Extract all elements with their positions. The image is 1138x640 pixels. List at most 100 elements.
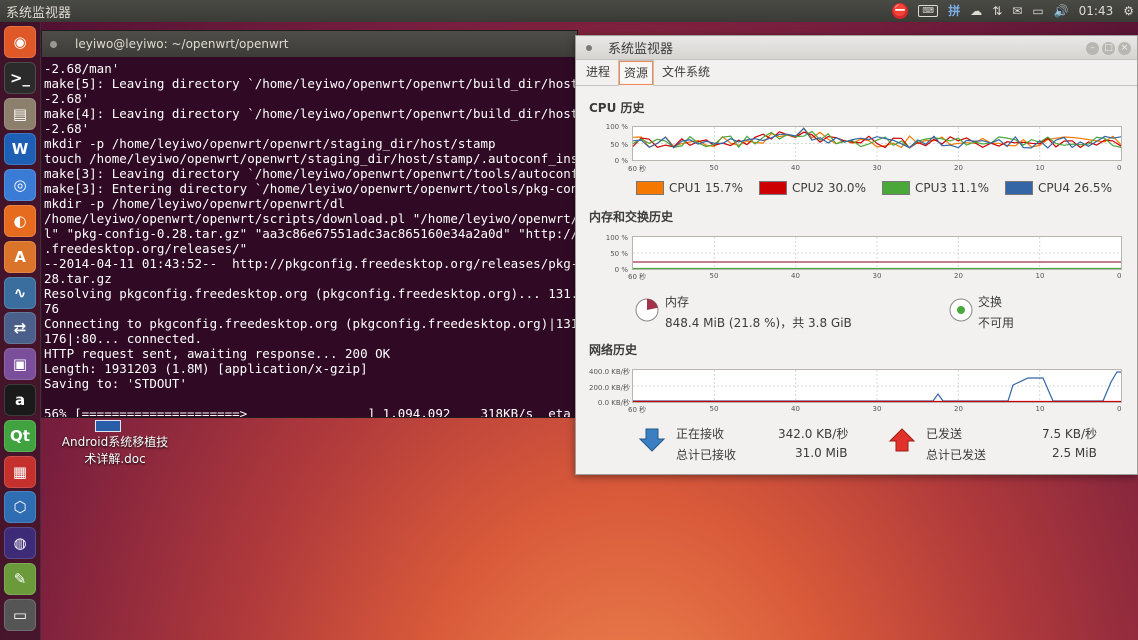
cpu-y-tick: 0 %: [614, 157, 628, 165]
sent-rate: 7.5 KB/秒: [1042, 427, 1098, 441]
color-apps-icon[interactable]: ▦: [4, 455, 36, 488]
cpu-history-graph: [632, 126, 1122, 161]
minimize-button[interactable]: –: [1086, 42, 1099, 55]
cpu-legend-item[interactable]: CPU1 15.7%: [636, 181, 743, 195]
ubuntu-dash-icon[interactable]: ◉: [4, 26, 36, 58]
wps-writer-icon[interactable]: W: [4, 133, 36, 166]
mem-y-tick: 50 %: [610, 250, 628, 258]
text-editor-icon[interactable]: ✎: [4, 563, 36, 595]
launcher: ◉ >_ ▤ W ◎ ◐ A ∿ ⇄ ▣ a Qt ▦ ⬡ ◍ ✎ ▭: [0, 22, 41, 640]
stop-indicator-icon[interactable]: ⛔: [892, 3, 909, 19]
clock[interactable]: 01:43: [1079, 3, 1114, 19]
close-button[interactable]: ×: [1118, 42, 1131, 55]
firefox-icon[interactable]: ◐: [4, 205, 36, 237]
cpu-legend-item[interactable]: CPU2 30.0%: [759, 181, 866, 195]
display-icon[interactable]: ▣: [4, 348, 36, 381]
network-x-tick: 50: [709, 405, 719, 413]
total-sent-value: 2.5 MiB: [1052, 446, 1097, 460]
network-x-tick: 60 秒: [628, 406, 647, 414]
terminal-output[interactable]: -2.68/man' make[5]: Leaving directory `/…: [42, 57, 577, 417]
virtualbox-icon[interactable]: ⬡: [4, 491, 36, 524]
sent-label: 已发送: [926, 427, 963, 441]
memory-x-tick: 10: [1035, 272, 1045, 280]
swap-value: 不可用: [978, 316, 1015, 330]
cpu-x-tick: 40: [791, 164, 800, 172]
network-icon[interactable]: ⇄: [4, 312, 36, 345]
memory-pie-icon: [635, 298, 659, 322]
indicator-area: ⛔ ⌨ 拼 ☁ ⇅ ✉ ▭ 🔊 01:43 ⚙: [892, 0, 1134, 22]
system-monitor-icon[interactable]: ∿: [4, 276, 36, 309]
input-method-icon[interactable]: 拼: [948, 3, 960, 19]
cpu-color-swatch[interactable]: [636, 181, 664, 195]
cpu-color-swatch[interactable]: [1005, 181, 1033, 195]
memory-x-tick: 50: [709, 272, 719, 280]
active-app-title: 系统监视器: [6, 5, 72, 21]
volume-icon[interactable]: 🔊: [1054, 3, 1069, 19]
memory-x-tick: 20: [954, 272, 963, 280]
chromium-icon[interactable]: ◎: [4, 169, 36, 202]
network-x-tick: 0: [1117, 405, 1122, 413]
cpu-x-tick: 50: [709, 164, 719, 172]
window-menu-icon[interactable]: [586, 44, 592, 51]
sysmon-title: 系统监视器: [608, 42, 674, 57]
tab-processes[interactable]: 进程: [580, 59, 616, 85]
amazon-icon[interactable]: a: [4, 384, 36, 416]
cpu-x-tick: 0: [1117, 164, 1122, 172]
terminal-icon[interactable]: >_: [4, 61, 36, 94]
mail-icon[interactable]: ✉: [1012, 3, 1022, 19]
memory-x-tick: 40: [791, 272, 800, 280]
maximize-button[interactable]: □: [1102, 42, 1115, 55]
cpu-history-plot: [632, 127, 1122, 160]
cpu-x-tick: 60 秒: [628, 165, 647, 173]
receive-arrow-icon: [639, 428, 665, 452]
doc-file-icon: [95, 420, 121, 432]
swap-label: 交换: [978, 295, 1003, 309]
tab-filesystems[interactable]: 文件系统: [656, 59, 716, 85]
memory-x-tick: 60 秒: [628, 273, 647, 281]
cpu-history-title: CPU 历史: [589, 101, 645, 115]
total-received-label: 总计已接收: [676, 448, 737, 462]
mem-y-tick: 100 %: [605, 234, 628, 242]
cpu-color-swatch[interactable]: [759, 181, 787, 195]
network-indicator-icon[interactable]: ⇅: [992, 3, 1002, 19]
net-y-tick: 200.0 KB/秒: [588, 384, 630, 392]
top-panel: 系统监视器 ⛔ ⌨ 拼 ☁ ⇅ ✉ ▭ 🔊 01:43 ⚙: [0, 0, 1138, 22]
eclipse-icon[interactable]: ◍: [4, 527, 36, 560]
doc-file-label-line2: 术详解.doc: [84, 452, 146, 466]
qt-creator-icon[interactable]: Qt: [4, 419, 36, 452]
net-y-tick: 0.0 KB/秒: [597, 399, 630, 407]
terminal-title: leyiwo@leyiwo: ~/openwrt/openwrt: [75, 37, 289, 51]
doc-file-label-line1: Android系统移植技: [61, 435, 169, 449]
cpu-legend-item[interactable]: CPU4 26.5%: [1005, 181, 1112, 195]
memory-x-tick: 0: [1117, 272, 1122, 280]
desktop-doc-file[interactable]: Android系统移植技 术详解.doc: [55, 420, 175, 468]
cpu-legend-label: CPU3 11.1%: [915, 181, 989, 195]
cpu-x-tick: 30: [872, 164, 882, 172]
memory-history-plot: [633, 237, 1121, 270]
window-menu-icon[interactable]: [50, 40, 57, 48]
memory-history-title: 内存和交换历史: [589, 210, 674, 224]
cpu-color-swatch[interactable]: [882, 181, 910, 195]
network-x-tick: 10: [1035, 405, 1045, 413]
total-sent-label: 总计已发送: [926, 448, 987, 462]
network-history-title: 网络历史: [589, 343, 638, 357]
cpu-legend-label: CPU4 26.5%: [1038, 181, 1112, 195]
receiving-label: 正在接收: [676, 427, 725, 441]
disk-icon[interactable]: ▭: [4, 598, 36, 631]
terminal-window[interactable]: leyiwo@leyiwo: ~/openwrt/openwrt -2.68/m…: [41, 30, 578, 418]
battery-icon[interactable]: ▭: [1032, 3, 1043, 19]
terminal-titlebar[interactable]: leyiwo@leyiwo: ~/openwrt/openwrt: [42, 31, 577, 57]
send-arrow-icon: [889, 428, 915, 452]
keyboard-indicator-icon[interactable]: ⌨: [918, 5, 939, 17]
system-monitor-window[interactable]: 系统监视器 – □ × 进程 资源 文件系统 CPU 历史 100 % 50 %…: [575, 35, 1138, 475]
sysmon-titlebar[interactable]: 系统监视器: [576, 36, 1137, 60]
cloud-icon[interactable]: ☁: [970, 3, 982, 19]
cpu-legend-item[interactable]: CPU3 11.1%: [882, 181, 989, 195]
tab-resources[interactable]: 资源: [618, 60, 655, 86]
network-history-graph: [632, 369, 1122, 403]
file-manager-icon[interactable]: ▤: [4, 97, 36, 130]
cpu-legend-label: CPU2 30.0%: [792, 181, 866, 195]
software-center-icon[interactable]: A: [4, 240, 36, 273]
total-received-value: 31.0 MiB: [795, 446, 848, 460]
settings-gear-icon[interactable]: ⚙: [1123, 3, 1134, 19]
